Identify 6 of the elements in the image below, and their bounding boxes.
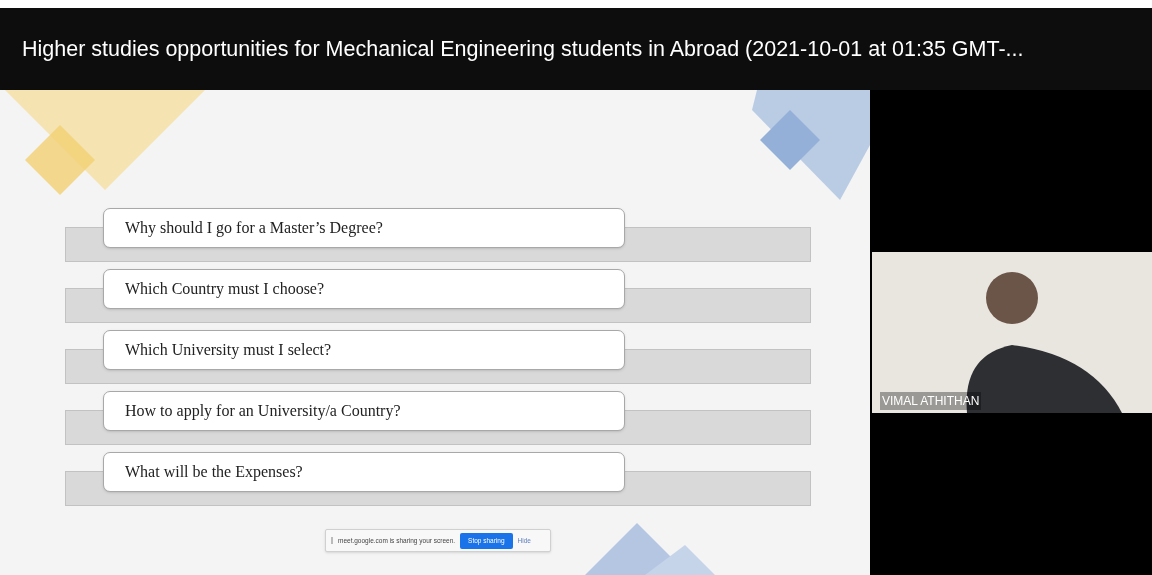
video-title: Higher studies opportunities for Mechanical Engineering students in Abroad (2021-10-01 at 01:35 GMT-... (22, 35, 1024, 63)
question-text: Why should I go for a Master’s Degree? (125, 218, 383, 239)
question-text: What will be the Expenses? (125, 462, 303, 483)
question-text: Which University must I select? (125, 340, 332, 361)
question-text: How to apply for an University/a Country? (125, 401, 401, 422)
question-text: Which Country must I choose? (125, 279, 325, 300)
